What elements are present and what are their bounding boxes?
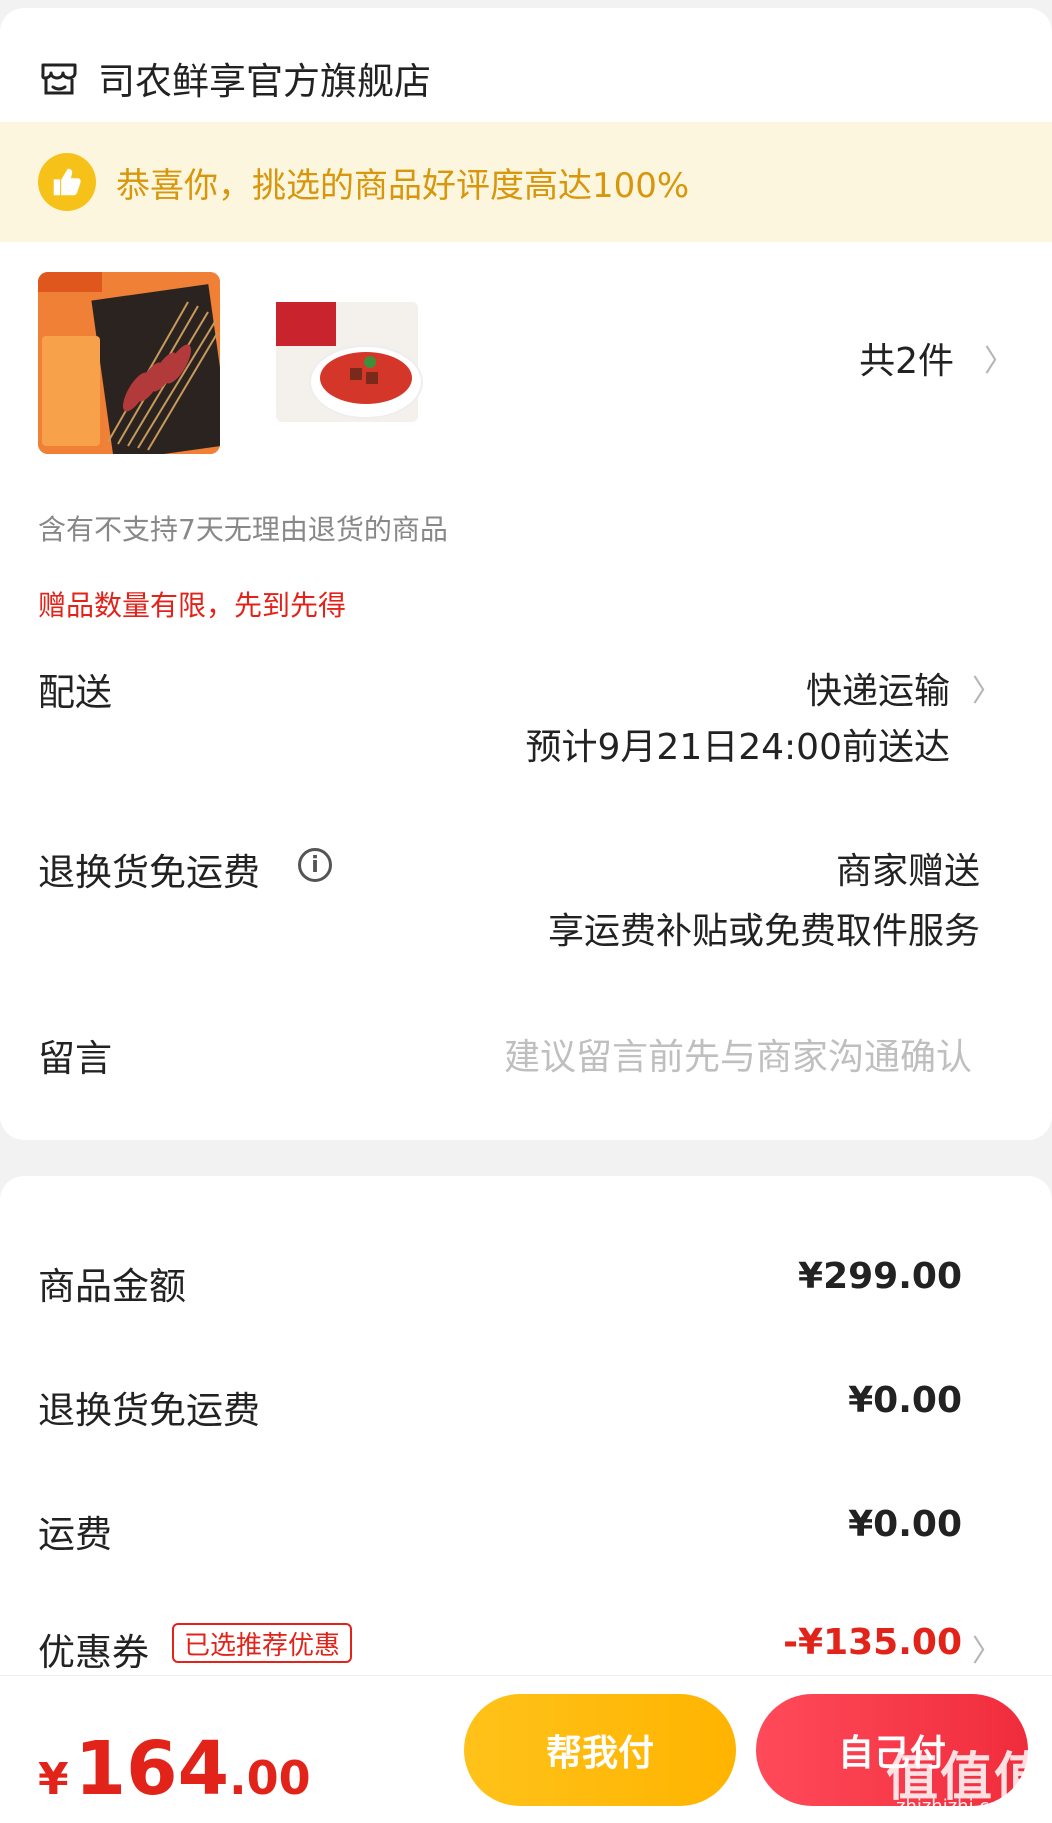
coupon-label: 优惠券 [38, 1631, 149, 1674]
shipping-fee-label: 运费 [38, 1513, 112, 1556]
product-list[interactable]: 共2件 〉 [38, 272, 1014, 454]
product-thumb[interactable] [38, 272, 220, 454]
delivery-label: 配送 [38, 671, 112, 714]
skewers-image [38, 272, 220, 454]
no-return-note: 含有不支持7天无理由退货的商品 [38, 513, 448, 546]
return-shipping-label: 退换货免运费 [38, 851, 260, 894]
product-count-label: 共2件 [859, 341, 954, 382]
delivery-eta: 预计9月21日24:00前送达 [525, 727, 950, 768]
return-shipping-desc: 享运费补贴或免费取件服务 [547, 911, 980, 952]
price-integer: 164 [74, 1726, 230, 1812]
coupon-tag: 已选推荐优惠 [172, 1623, 353, 1663]
chevron-right-icon[interactable]: 〉 [972, 1626, 1002, 1670]
gift-note: 赠品数量有限，先到先得 [38, 589, 347, 622]
return-fee-label: 退换货免运费 [38, 1389, 260, 1432]
thumbs-up-icon [38, 153, 96, 211]
store-name: 司农鲜享官方旗舰店 [98, 60, 431, 103]
goods-amount-value: ¥299.00 [798, 1256, 962, 1297]
chevron-right-icon[interactable]: 〉 [972, 666, 1002, 710]
total-price: ¥ 164 .00 [38, 1726, 311, 1812]
info-icon[interactable]: i [298, 848, 332, 882]
banner-text: 恭喜你，挑选的商品好评度高达100% [116, 165, 690, 206]
store-icon [41, 63, 77, 95]
message-label: 留言 [38, 1037, 112, 1080]
delivery-method[interactable]: 快递运输 [806, 662, 950, 714]
watermark-url: zhizhizhi.com [896, 1796, 1018, 1817]
return-fee-value: ¥0.00 [848, 1380, 962, 1421]
price-decimal: .00 [229, 1751, 311, 1805]
return-shipping-value: 商家赠送 [835, 851, 980, 892]
message-input[interactable]: 建议留言前先与商家沟通确认 [504, 1028, 972, 1080]
product-thumb[interactable] [256, 272, 438, 454]
help-pay-button[interactable]: 帮我付 [464, 1694, 736, 1806]
shipping-fee-value: ¥0.00 [848, 1504, 962, 1545]
rating-banner: 恭喜你，挑选的商品好评度高达100% [0, 122, 1052, 242]
goods-amount-label: 商品金额 [38, 1265, 186, 1308]
currency-symbol: ¥ [38, 1754, 69, 1805]
store-header[interactable]: 司农鲜享官方旗舰店 [38, 48, 431, 108]
beef-cubes-image [256, 272, 438, 454]
chevron-right-icon: 〉 [984, 344, 1014, 379]
coupon-value[interactable]: -¥135.00 [783, 1622, 962, 1663]
product-count[interactable]: 共2件 〉 [859, 332, 1014, 384]
